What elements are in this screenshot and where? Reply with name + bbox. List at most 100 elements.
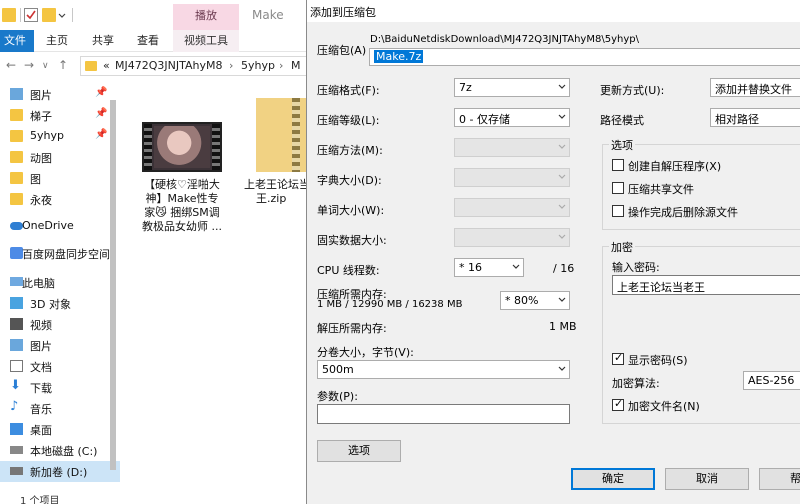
- zip-file-icon[interactable]: [256, 98, 306, 172]
- breadcrumb-item[interactable]: MJ472Q3JNJTAhyM8: [115, 59, 222, 72]
- update-mode-value: 添加并替换文件: [715, 83, 792, 96]
- chevron-down-icon[interactable]: [58, 10, 66, 18]
- ok-button[interactable]: 确定: [571, 468, 655, 490]
- split-volume-combo[interactable]: 500m: [317, 360, 570, 379]
- checkbox-label: 操作完成后删除源文件: [628, 206, 738, 219]
- sidebar-item-onedrive[interactable]: OneDrive: [0, 216, 120, 237]
- checkbox-label: 压缩共享文件: [628, 183, 694, 196]
- sidebar-item-label: 音乐: [30, 403, 52, 416]
- pin-icon: 📌: [95, 108, 108, 119]
- encryption-method-label: 加密算法:: [612, 377, 660, 390]
- divider: [72, 8, 73, 22]
- sidebar-item-music[interactable]: ♪ 音乐: [0, 398, 120, 419]
- level-select[interactable]: 0 - 仅存储: [454, 108, 570, 127]
- sidebar-item-label: 图片: [30, 340, 52, 353]
- sidebar-item-downloads[interactable]: ⬇ 下载: [0, 377, 120, 398]
- sidebar-item-desktop[interactable]: 桌面: [0, 419, 120, 440]
- archive-name-value[interactable]: Make.7z: [374, 50, 424, 63]
- checkbox-box[interactable]: [612, 182, 624, 194]
- tab-view[interactable]: 查看: [137, 30, 159, 52]
- back-icon[interactable]: ←: [6, 58, 16, 72]
- up-icon[interactable]: ↑: [58, 58, 68, 72]
- sidebar-item-5yhyp[interactable]: 5yhyp 📌: [0, 126, 120, 147]
- create-sfx-checkbox[interactable]: 创建自解压程序(X): [612, 157, 792, 173]
- checkbox-label: 显示密码(S): [628, 354, 688, 367]
- show-password-checkbox[interactable]: 显示密码(S): [612, 351, 792, 367]
- chevron-down-icon: [558, 144, 566, 149]
- video-tools-header[interactable]: 播放: [173, 4, 239, 30]
- sidebar-item-label: 新加卷 (D:): [30, 466, 88, 479]
- tab-home[interactable]: 主页: [46, 30, 68, 52]
- parameters-label: 参数(P):: [317, 390, 358, 403]
- checkbox-box[interactable]: [612, 397, 624, 411]
- checkbox-box[interactable]: [612, 205, 624, 217]
- sidebar-item-new-volume-d[interactable]: 新加卷 (D:): [0, 461, 120, 482]
- thumbnail-image: [154, 126, 210, 168]
- sidebar-item-label: 本地磁盘 (C:): [30, 445, 98, 458]
- sidebar-item-3d-objects[interactable]: 3D 对象: [0, 293, 120, 314]
- word-size-select[interactable]: [454, 198, 570, 217]
- memory-percent-value: * 80%: [505, 294, 539, 307]
- tab-share[interactable]: 共享: [92, 30, 114, 52]
- navigation-pane: 图片 📌 梯子 📌 5yhyp 📌 动图 图 永夜 OneDrive 百度网盘同…: [0, 80, 120, 504]
- archive-name-combo[interactable]: Make.7z: [369, 48, 800, 66]
- sidebar-item-pictures[interactable]: 图片: [0, 335, 120, 356]
- sidebar-item-videos[interactable]: 视频: [0, 314, 120, 335]
- folder-icon: [10, 130, 23, 142]
- word-size-label: 单词大小(W):: [317, 204, 385, 217]
- parameters-input[interactable]: [317, 404, 570, 424]
- format-select[interactable]: 7z: [454, 78, 570, 97]
- cancel-button[interactable]: 取消: [665, 468, 749, 490]
- file-item-label[interactable]: 【硬核♡淫啪大 神】Make性专 家😼 捆绑SM调 教极品女幼师 ...: [132, 178, 232, 234]
- help-button[interactable]: 帮: [759, 468, 800, 490]
- new-folder-icon[interactable]: [42, 8, 56, 22]
- sidebar-item-label: 3D 对象: [30, 298, 71, 311]
- delete-after-checkbox[interactable]: 操作完成后删除源文件: [612, 203, 792, 219]
- sidebar-item-label: 梯子: [30, 110, 52, 123]
- sidebar-item-eternal-night[interactable]: 永夜: [0, 189, 120, 210]
- memory-percent-select[interactable]: * 80%: [500, 291, 570, 310]
- file-item-label[interactable]: 上老王论坛当 王.zip: [244, 178, 306, 206]
- path-mode-select[interactable]: 相对路径: [710, 108, 800, 127]
- method-select[interactable]: [454, 138, 570, 157]
- sidebar-item-baidu-sync[interactable]: 百度网盘同步空间: [0, 243, 120, 264]
- sidebar-item-local-disk-c[interactable]: 本地磁盘 (C:): [0, 440, 120, 461]
- solid-block-select[interactable]: [454, 228, 570, 247]
- sidebar-scrollbar[interactable]: [108, 90, 118, 490]
- cpu-threads-select[interactable]: * 16: [454, 258, 524, 277]
- sidebar-item-images[interactable]: 图: [0, 168, 120, 189]
- update-mode-select[interactable]: 添加并替换文件: [710, 78, 800, 97]
- video-thumbnail[interactable]: [142, 122, 222, 172]
- dictionary-size-select[interactable]: [454, 168, 570, 187]
- dialog-title-bar[interactable]: 添加到压缩包: [307, 0, 800, 22]
- password-input[interactable]: 上老王论坛当老王: [612, 275, 800, 295]
- sidebar-item-pictures-pinned[interactable]: 图片 📌: [0, 84, 120, 105]
- film-strip-icon: [212, 124, 220, 170]
- compress-shared-checkbox[interactable]: 压缩共享文件: [612, 180, 792, 196]
- checkbox-box[interactable]: [612, 159, 624, 171]
- forward-icon[interactable]: →: [24, 58, 34, 72]
- sidebar-item-ladder[interactable]: 梯子 📌: [0, 105, 120, 126]
- path-mode-value: 相对路径: [715, 113, 759, 126]
- chevron-down-icon: [558, 297, 566, 302]
- checkbox-box[interactable]: [612, 351, 624, 365]
- tab-file[interactable]: 文件: [0, 30, 34, 52]
- encrypt-filenames-checkbox[interactable]: 加密文件名(N): [612, 397, 792, 413]
- pin-icon: 📌: [95, 87, 108, 98]
- sidebar-item-this-pc[interactable]: 此电脑: [0, 272, 120, 293]
- breadcrumb-item[interactable]: M: [291, 59, 301, 72]
- breadcrumb-prefix[interactable]: «: [103, 59, 110, 72]
- solid-block-label: 固实数据大小:: [317, 234, 387, 247]
- sidebar-item-documents[interactable]: 文档: [0, 356, 120, 377]
- properties-icon[interactable]: [24, 8, 38, 22]
- encryption-method-select[interactable]: AES-256: [743, 371, 800, 390]
- drive-icon: [10, 467, 23, 475]
- recent-chevron-icon[interactable]: ∨: [42, 61, 49, 71]
- breadcrumb-item[interactable]: 5yhyp: [241, 59, 275, 72]
- sidebar-item-gifs[interactable]: 动图: [0, 147, 120, 168]
- sidebar-item-label: OneDrive: [22, 219, 74, 232]
- tab-video-tools[interactable]: 视频工具: [173, 30, 239, 52]
- options-button[interactable]: 选项: [317, 440, 401, 462]
- scrollbar-thumb[interactable]: [110, 100, 116, 470]
- address-bar[interactable]: « MJ472Q3JNJTAhyM8 › 5yhyp › M: [80, 56, 310, 76]
